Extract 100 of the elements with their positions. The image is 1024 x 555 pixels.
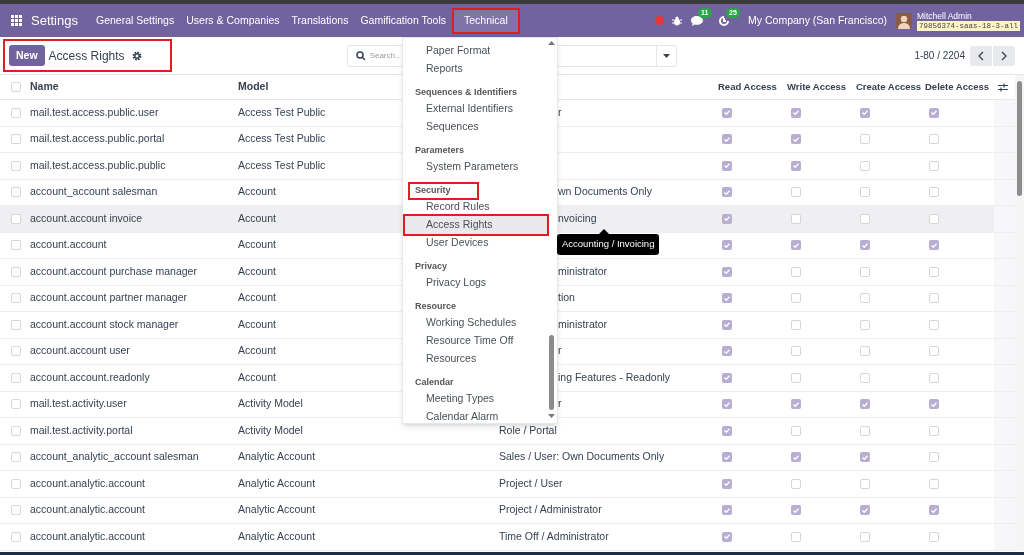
checkbox[interactable] xyxy=(11,319,21,330)
checkbox[interactable] xyxy=(11,372,21,383)
checkbox[interactable] xyxy=(791,266,801,277)
checkbox[interactable] xyxy=(860,240,870,251)
checkbox[interactable] xyxy=(722,425,732,436)
checkbox[interactable] xyxy=(860,187,870,198)
checkbox[interactable] xyxy=(929,505,939,516)
checkbox[interactable] xyxy=(860,319,870,330)
column-header[interactable]: Model xyxy=(238,79,269,95)
checkbox[interactable] xyxy=(11,187,21,198)
checkbox[interactable] xyxy=(791,107,801,118)
column-header[interactable]: Read Access xyxy=(718,79,777,95)
checkbox[interactable] xyxy=(11,213,21,224)
checkbox[interactable] xyxy=(722,160,732,171)
scrollbar[interactable] xyxy=(1015,75,1024,551)
checkbox[interactable] xyxy=(929,531,939,542)
checkbox[interactable] xyxy=(722,478,732,489)
checkbox[interactable] xyxy=(11,452,21,463)
checkbox[interactable] xyxy=(860,160,870,171)
clock-icon[interactable] xyxy=(718,14,731,27)
user-name[interactable]: Mitchell Admin xyxy=(916,10,1020,21)
menu-item[interactable]: Resources xyxy=(405,350,547,368)
next-button[interactable] xyxy=(993,45,1015,66)
nav-menu-item[interactable]: Gamification Tools xyxy=(354,9,452,32)
table-row[interactable]: account.analytic.account Analytic Account Time Off / Administrator xyxy=(0,524,1015,551)
bug-icon[interactable] xyxy=(672,15,683,26)
checkbox[interactable] xyxy=(11,505,21,516)
checkbox[interactable] xyxy=(929,240,939,251)
checkbox[interactable] xyxy=(929,107,939,118)
checkbox[interactable] xyxy=(929,160,939,171)
checkbox[interactable] xyxy=(860,266,870,277)
menu-item[interactable]: Access Rights xyxy=(405,216,547,234)
checkbox[interactable] xyxy=(11,240,21,251)
checkbox[interactable] xyxy=(791,240,801,251)
checkbox[interactable] xyxy=(860,425,870,436)
checkbox[interactable] xyxy=(11,107,21,118)
checkbox[interactable] xyxy=(929,319,939,330)
checkbox[interactable] xyxy=(722,531,732,542)
checkbox[interactable] xyxy=(791,134,801,145)
company-switcher[interactable]: My Company (San Francisco) xyxy=(748,12,887,29)
checkbox[interactable] xyxy=(11,134,21,145)
checkbox[interactable] xyxy=(860,372,870,383)
checkbox[interactable] xyxy=(11,399,21,410)
table-row[interactable]: account.analytic.account Analytic Account Project / User xyxy=(0,471,1015,498)
checkbox[interactable] xyxy=(791,425,801,436)
chat-icon[interactable] xyxy=(690,14,705,27)
column-header[interactable]: Write Access xyxy=(787,79,847,95)
checkbox[interactable] xyxy=(860,213,870,224)
app-title[interactable]: Settings xyxy=(31,10,78,31)
user-avatar-icon[interactable] xyxy=(895,12,912,29)
menu-item[interactable]: Privacy Logs xyxy=(405,274,547,292)
checkbox[interactable] xyxy=(929,452,939,463)
nav-menu-item[interactable]: Technical xyxy=(454,9,518,32)
pager-value[interactable]: 1-80 / 2204 xyxy=(914,48,965,63)
checkbox[interactable] xyxy=(11,478,21,489)
checkbox[interactable] xyxy=(860,505,870,516)
checkbox[interactable] xyxy=(929,293,939,304)
checkbox[interactable] xyxy=(11,531,21,542)
checkbox[interactable] xyxy=(860,134,870,145)
nav-menu-item[interactable]: General Settings xyxy=(90,9,181,32)
gear-icon[interactable] xyxy=(131,50,142,61)
checkbox[interactable] xyxy=(860,478,870,489)
column-header[interactable]: Name xyxy=(30,79,59,95)
previous-button[interactable] xyxy=(970,45,992,66)
checkbox[interactable] xyxy=(791,531,801,542)
table-row[interactable]: account_analytic_account salesman Analytic Account Sales / User: Own Documents Only xyxy=(0,444,1015,471)
checkbox[interactable] xyxy=(791,160,801,171)
menu-item[interactable]: Sequences xyxy=(405,118,547,136)
checkbox[interactable] xyxy=(11,293,21,304)
checkbox[interactable] xyxy=(791,187,801,198)
checkbox[interactable] xyxy=(929,372,939,383)
checkbox[interactable] xyxy=(860,346,870,357)
menu-item[interactable]: System Parameters xyxy=(405,158,547,176)
checkbox[interactable] xyxy=(722,399,732,410)
checkbox[interactable] xyxy=(722,107,732,118)
checkbox[interactable] xyxy=(929,266,939,277)
checkbox[interactable] xyxy=(929,346,939,357)
checkbox[interactable] xyxy=(929,399,939,410)
checkbox[interactable] xyxy=(860,452,870,463)
checkbox[interactable] xyxy=(860,531,870,542)
checkbox[interactable] xyxy=(722,266,732,277)
checkbox[interactable] xyxy=(11,346,21,357)
scroll-up-icon[interactable] xyxy=(548,41,555,45)
menu-item[interactable]: User Devices xyxy=(405,234,547,252)
menu-item[interactable]: External Identifiers xyxy=(405,100,547,118)
search-field[interactable]: Search.. xyxy=(369,49,401,62)
checkbox[interactable] xyxy=(722,319,732,330)
checkbox[interactable] xyxy=(11,425,21,436)
checkbox[interactable] xyxy=(860,399,870,410)
checkbox[interactable] xyxy=(791,452,801,463)
checkbox[interactable] xyxy=(791,213,801,224)
nav-menu-item[interactable]: Translations xyxy=(285,9,355,32)
checkbox[interactable] xyxy=(722,187,732,198)
checkbox[interactable] xyxy=(722,452,732,463)
checkbox[interactable] xyxy=(722,505,732,516)
menu-item[interactable]: Meeting Types xyxy=(405,390,547,408)
app-menu-icon[interactable] xyxy=(11,15,22,26)
checkbox[interactable] xyxy=(722,346,732,357)
checkbox[interactable] xyxy=(11,160,21,171)
checkbox[interactable] xyxy=(860,293,870,304)
